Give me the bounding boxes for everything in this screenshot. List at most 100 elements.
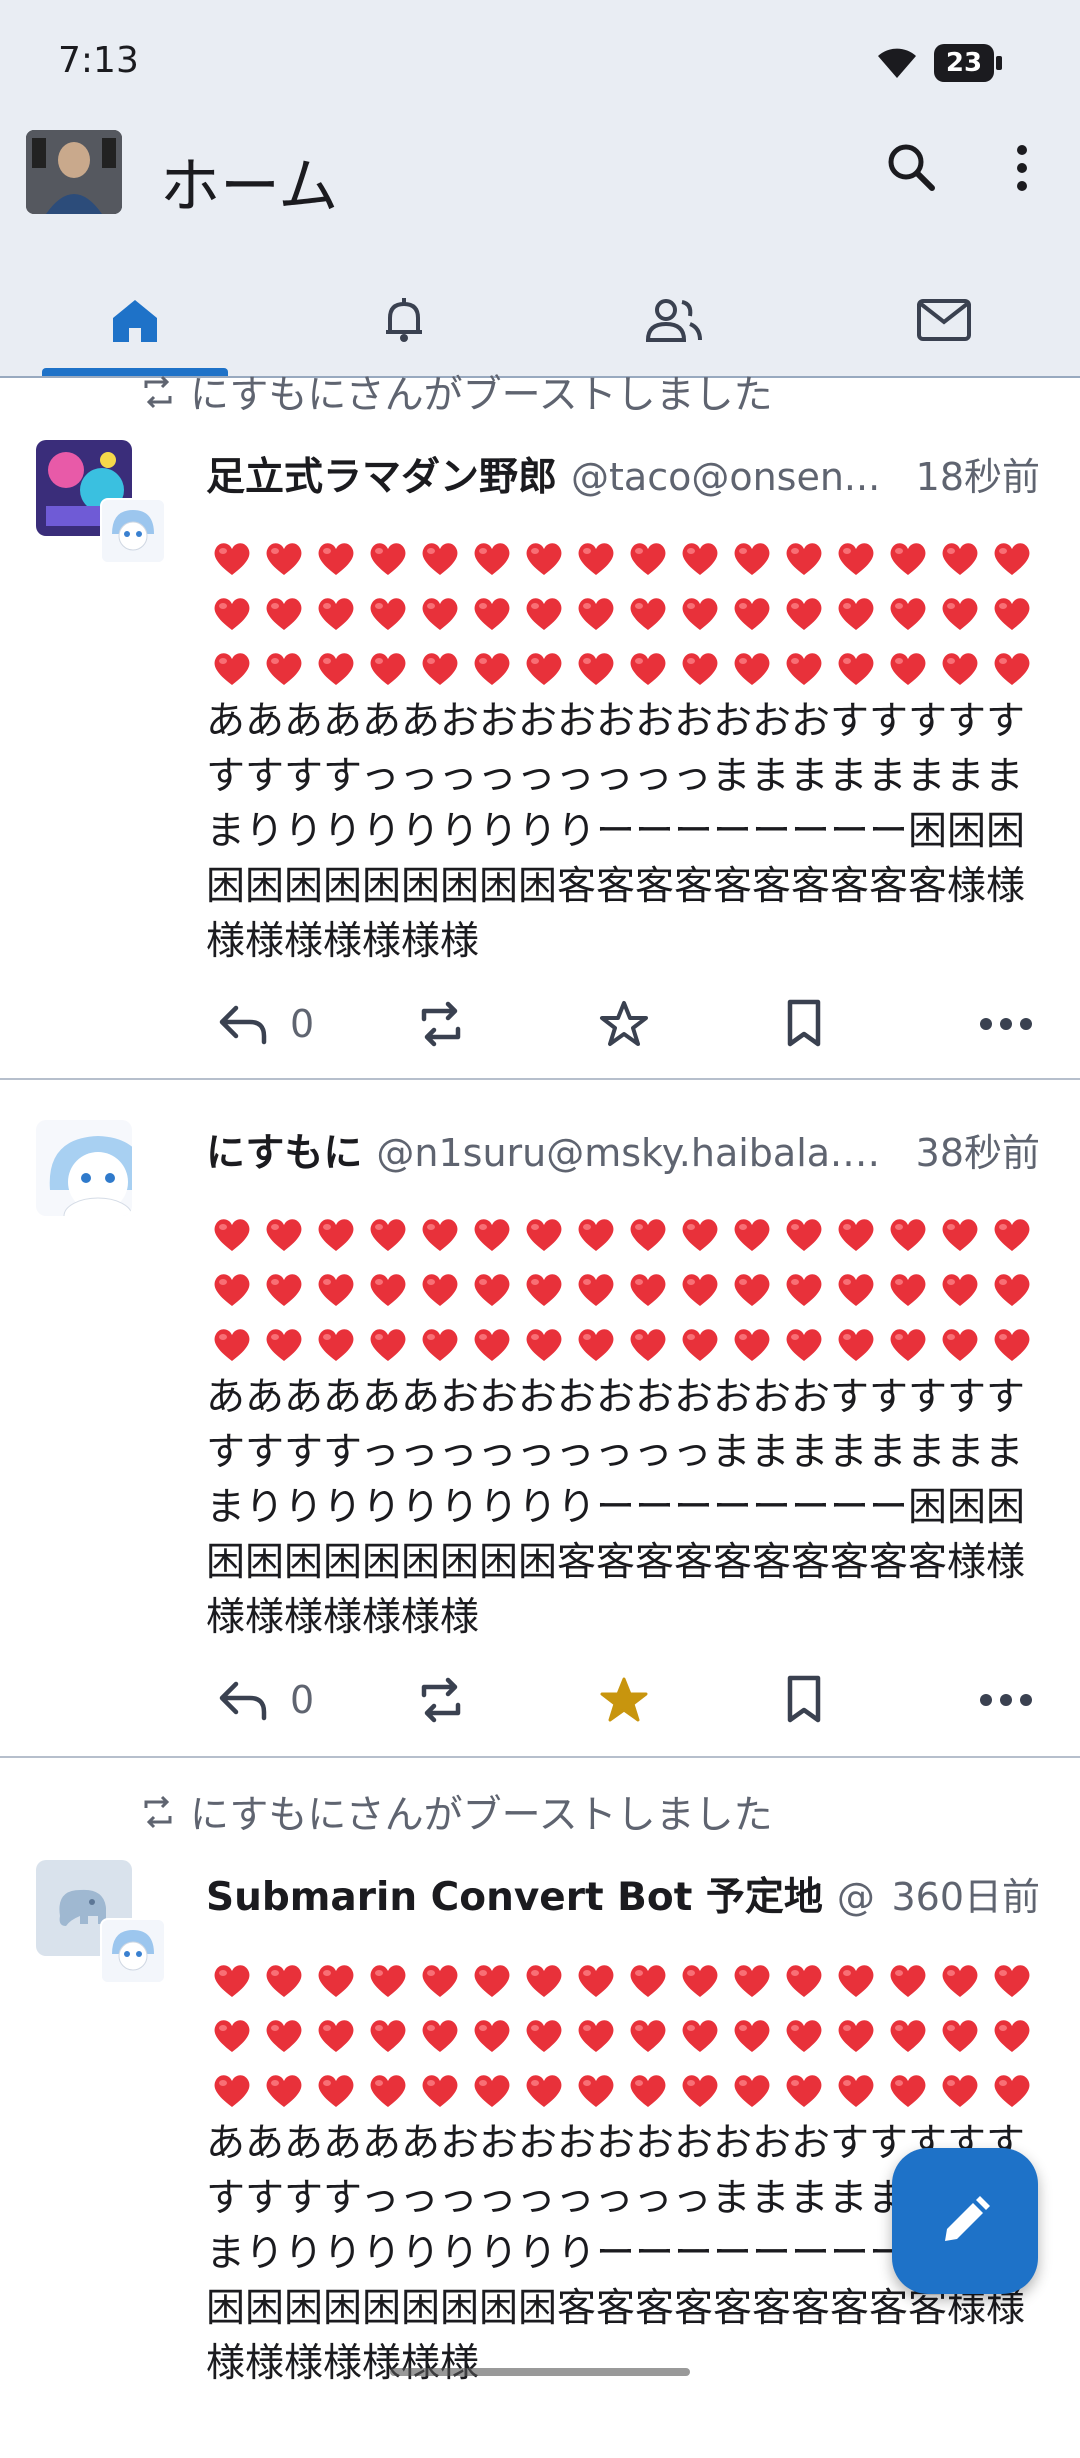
heart-emoji-icon: [986, 1206, 1038, 1261]
more-horizontal-icon: [980, 1694, 1032, 1706]
heart-emoji-icon: [986, 2062, 1038, 2117]
heart-emoji-icon: [726, 1316, 778, 1371]
heart-emoji-icon: [362, 2007, 414, 2062]
heart-emoji-icon: [258, 2062, 310, 2117]
heart-emoji-icon: [674, 640, 726, 695]
favourite-button[interactable]: [598, 1660, 650, 1740]
boost-icon: [144, 1795, 172, 1829]
boost-label: にすもにさんがブーストしました: [190, 373, 773, 418]
bookmark-button[interactable]: [784, 1660, 824, 1740]
heart-emoji-icon: [726, 530, 778, 585]
post-item[interactable]: にすもにさんがブーストしました Submarin Convert Bot 予定地…: [0, 1758, 1080, 2458]
heart-emoji-icon: [518, 1206, 570, 1261]
heart-emoji-icon: [362, 640, 414, 695]
more-options-button[interactable]: [978, 1660, 1034, 1740]
heart-emoji-icon: [258, 1261, 310, 1316]
search-icon[interactable]: [882, 138, 942, 202]
bookmark-icon: [787, 999, 821, 1047]
boost-button[interactable]: [416, 984, 466, 1064]
status-bar: 7:13 23: [0, 0, 1080, 120]
overflow-menu-icon[interactable]: [1004, 138, 1040, 202]
post-actions: 0: [206, 1660, 1046, 1740]
heart-emoji-icon: [986, 2007, 1038, 2062]
page-title: ホーム: [160, 152, 339, 222]
heart-emoji-icon: [570, 1206, 622, 1261]
more-options-button[interactable]: [978, 984, 1034, 1064]
post-time: 38秒前: [915, 1131, 1040, 1175]
heart-emoji-icon: [934, 1261, 986, 1316]
heart-emoji-icon: [934, 640, 986, 695]
heart-emoji-icon: [310, 1952, 362, 2007]
account-handle: @taco@onsen...: [571, 455, 881, 499]
compose-button[interactable]: [892, 2148, 1038, 2294]
heart-emoji-icon: [414, 2062, 466, 2117]
heart-emoji-icon: [414, 585, 466, 640]
heart-emoji-icon: [206, 1316, 258, 1371]
heart-emoji-icon: [414, 1261, 466, 1316]
star-outline-icon: [600, 1001, 648, 1046]
boost-label: にすもにさんがブーストしました: [190, 1793, 773, 1838]
heart-emoji-icon: [362, 1316, 414, 1371]
timeline-feed[interactable]: にすもにさんがブーストしました 足立式ラマダン野郎 @taco@onsen...…: [0, 373, 1080, 2458]
heart-emoji-icon: [310, 1206, 362, 1261]
heart-emoji-icon: [726, 2007, 778, 2062]
account-avatar[interactable]: [26, 130, 122, 214]
tab-home[interactable]: [85, 280, 185, 360]
heart-emoji-icon: [570, 1261, 622, 1316]
reply-button[interactable]: 0: [216, 984, 314, 1064]
heart-emoji-icon: [674, 1261, 726, 1316]
display-name[interactable]: にすもに: [206, 1122, 362, 1178]
boost-indicator: にすもにさんがブーストしました: [140, 1784, 773, 1840]
heart-row: [206, 2007, 1046, 2062]
boost-indicator: にすもにさんがブーストしました: [140, 364, 773, 420]
heart-emoji-icon: [882, 1316, 934, 1371]
reply-icon: [219, 1681, 267, 1721]
account-handle: @n1suru@msky.haibala.c...: [376, 1131, 898, 1175]
heart-emoji-icon: [570, 2007, 622, 2062]
star-filled-icon: [600, 1677, 648, 1722]
heart-emoji-icon: [466, 1316, 518, 1371]
heart-emoji-icon: [726, 2062, 778, 2117]
heart-emoji-icon: [310, 2062, 362, 2117]
heart-emoji-icon: [310, 640, 362, 695]
heart-emoji-icon: [882, 2007, 934, 2062]
heart-emoji-icon: [206, 1952, 258, 2007]
heart-emoji-icon: [830, 2062, 882, 2117]
author-avatar[interactable]: [36, 1120, 132, 1216]
display-name[interactable]: Submarin Convert Bot 予定地: [206, 1866, 823, 1922]
heart-emoji-icon: [258, 1952, 310, 2007]
heart-emoji-icon: [934, 530, 986, 585]
tab-notifications[interactable]: [354, 280, 454, 360]
wifi-icon: [874, 44, 920, 84]
heart-emoji-icon: [570, 585, 622, 640]
heart-emoji-icon: [570, 2062, 622, 2117]
post-time: 360日前: [891, 1875, 1040, 1919]
tab-messages[interactable]: [894, 280, 994, 360]
display-name[interactable]: 足立式ラマダン野郎: [206, 446, 557, 502]
bookmark-button[interactable]: [784, 984, 824, 1064]
heart-emoji-icon: [518, 2062, 570, 2117]
heart-emoji-icon: [986, 1316, 1038, 1371]
heart-emoji-icon: [882, 530, 934, 585]
boost-button[interactable]: [416, 1660, 466, 1740]
post-item[interactable]: にすもにさんがブーストしました 足立式ラマダン野郎 @taco@onsen...…: [0, 373, 1080, 1080]
tab-social[interactable]: [624, 280, 724, 360]
post-content: ああああああおおおおおおおおおおすすすすすすすすすっっっっっっっっっまままままま…: [206, 1375, 1026, 1640]
heart-emoji-icon: [362, 585, 414, 640]
heart-emoji-icon: [310, 1316, 362, 1371]
heart-emoji-icon: [830, 585, 882, 640]
reply-button[interactable]: 0: [216, 1660, 314, 1740]
heart-emoji-icon: [882, 1952, 934, 2007]
post-item[interactable]: にすもに @n1suru@msky.haibala.c... 38秒前 ああああ…: [0, 1080, 1080, 1758]
heart-emoji-icon: [414, 1316, 466, 1371]
heart-emoji-icon: [778, 2062, 830, 2117]
heart-emoji-icon: [882, 585, 934, 640]
heart-emoji-icon: [310, 2007, 362, 2062]
heart-emoji-icon: [518, 1316, 570, 1371]
boost-icon: [421, 1001, 461, 1047]
heart-emoji-icon: [622, 1261, 674, 1316]
heart-row: [206, 1952, 1046, 2007]
heart-emoji-icon: [830, 1261, 882, 1316]
favourite-button[interactable]: [598, 984, 650, 1064]
heart-emoji-icon: [310, 585, 362, 640]
